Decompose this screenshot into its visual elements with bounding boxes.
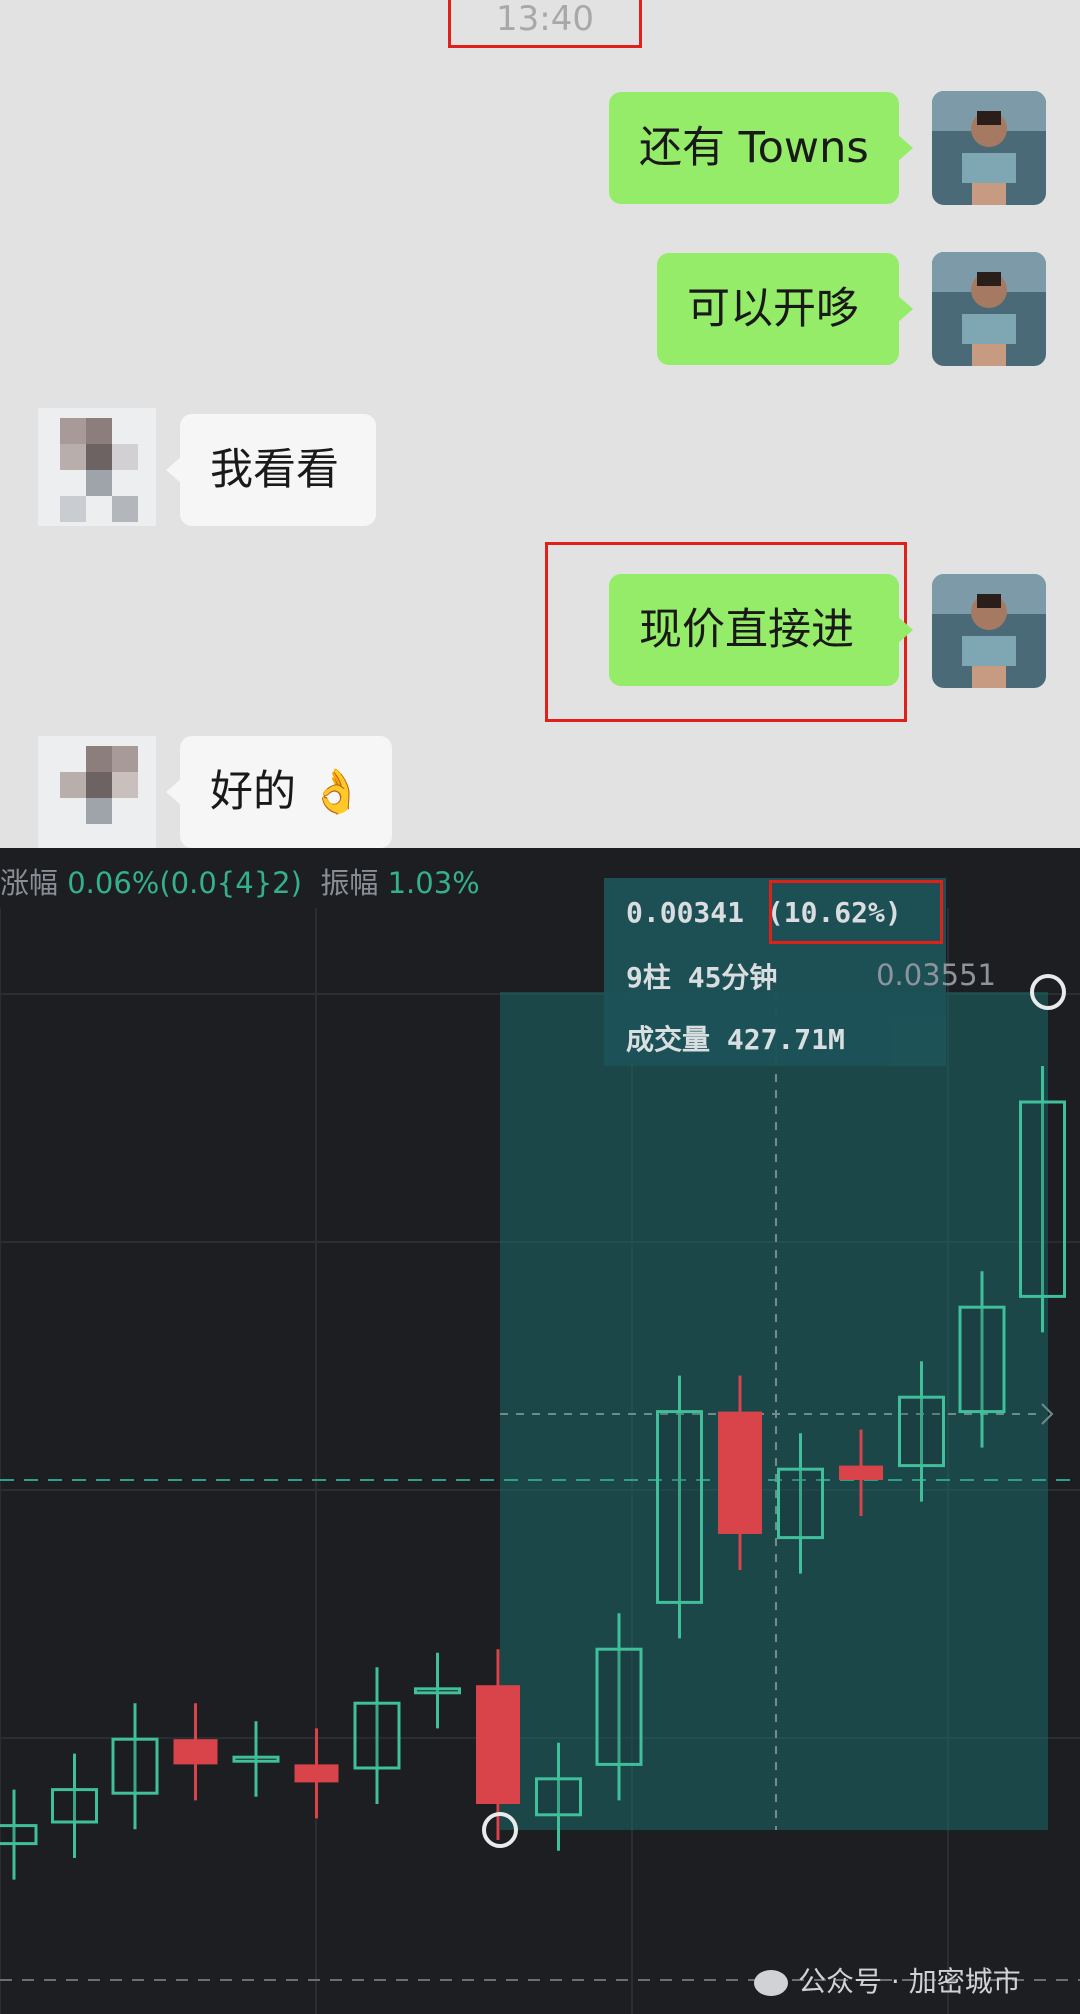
avatar[interactable] — [932, 574, 1046, 688]
avatar[interactable] — [932, 252, 1046, 366]
avatar-image — [932, 91, 1046, 205]
watermark-text: 公众号 · 加密城市 — [798, 1965, 1021, 1998]
avatar-image — [38, 408, 156, 526]
price-chart-screenshot: 涨幅 0.06%(0.0{4}2) 振幅 1.03% 0.00341 (10.6… — [0, 848, 1080, 2014]
chat-bubble-received[interactable]: 我看看 — [166, 414, 376, 526]
message-text: 现价直接进 — [639, 605, 854, 655]
message-text: 还有 Towns — [639, 123, 869, 173]
candle-body — [476, 1685, 520, 1804]
candle-body — [1019, 1100, 1066, 1298]
message-text: 我看看 — [210, 445, 339, 495]
message-text: 可以开哆 — [687, 284, 859, 334]
amplitude-label: 振幅 — [320, 866, 379, 900]
change-label: 涨幅 — [0, 866, 59, 900]
candle-body — [777, 1467, 824, 1540]
candle-body — [718, 1411, 762, 1534]
avatar-image — [932, 574, 1046, 688]
candle-body — [656, 1410, 703, 1604]
candle-body — [51, 1788, 98, 1824]
candle-body — [111, 1737, 159, 1795]
chat-bubble-sent[interactable]: 现价直接进 — [609, 574, 913, 686]
chat-bubble-sent[interactable]: 可以开哆 — [657, 253, 913, 365]
change-value: 0.06%(0.0{4}2) — [67, 866, 302, 900]
avatar[interactable] — [932, 91, 1046, 205]
candle-body — [839, 1465, 883, 1480]
candle-body — [595, 1647, 643, 1766]
chat-screenshot: 13:40 还有 Towns 可以开哆 我看看 现价直接进 好的 👌 — [0, 0, 1080, 848]
chat-bubble-sent[interactable]: 还有 Towns — [609, 92, 913, 204]
candle-body — [414, 1687, 461, 1695]
candle-body — [898, 1395, 945, 1468]
tooltip-volume: 成交量 427.71M — [626, 1023, 845, 1056]
candle-body — [535, 1777, 582, 1817]
wechat-icon — [754, 1970, 788, 1996]
avatar-pixelated[interactable] — [38, 408, 156, 526]
avatar-image — [38, 736, 156, 848]
amplitude-value: 1.03% — [387, 866, 480, 900]
chart-stats: 涨幅 0.06%(0.0{4}2) 振幅 1.03% — [0, 860, 480, 902]
avatar-image — [932, 252, 1046, 366]
candle-body — [0, 1824, 38, 1846]
watermark: 公众号 · 加密城市 — [754, 1960, 1021, 2000]
avatar-pixelated[interactable] — [38, 736, 156, 848]
candle-body — [958, 1305, 1006, 1414]
highlight-box — [769, 880, 943, 944]
tooltip-bars: 9柱 45分钟 — [626, 961, 778, 994]
message-text: 好的 👌 — [210, 767, 364, 817]
candle-body — [232, 1755, 280, 1763]
chat-bubble-received[interactable]: 好的 👌 — [166, 736, 392, 848]
candle-body — [173, 1739, 218, 1765]
chat-timestamp: 13:40 — [448, 0, 642, 48]
tooltip-price-change: 0.00341 — [626, 896, 745, 929]
candle-body — [353, 1701, 401, 1770]
price-marker-label: 0.03551 — [876, 958, 996, 992]
candle-body — [294, 1764, 339, 1783]
